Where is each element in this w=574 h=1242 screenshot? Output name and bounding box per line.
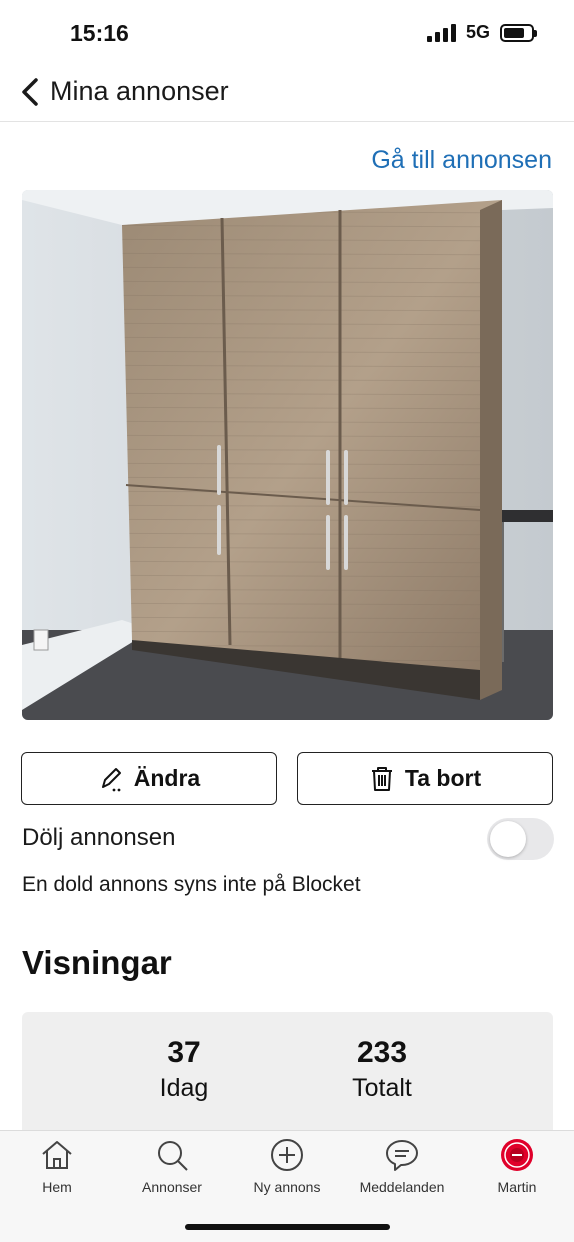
tab-messages[interactable]: Meddelanden [347,1137,457,1195]
hide-ad-toggle[interactable] [487,818,554,860]
tab-ads-label: Annonser [142,1179,202,1195]
views-stats: 37 Idag 233 Totalt [22,1012,553,1142]
stat-total-label: Totalt [352,1074,412,1102]
avatar-icon [501,1139,533,1171]
search-icon [158,1141,188,1171]
tab-profile-label: Martin [497,1179,537,1195]
pencil-icon [101,767,121,791]
home-icon [42,1141,72,1169]
signal-icon [426,23,456,42]
status-indicators: 5G [426,22,537,43]
stat-total: 233 Totalt [312,1036,452,1103]
tab-profile[interactable]: Martin [462,1137,572,1195]
battery-icon [500,23,537,42]
page-title: Mina annonser [50,76,229,106]
tab-new-ad-label: Ny annons [253,1179,321,1195]
goto-ad-link[interactable]: Gå till annonsen [371,146,552,175]
nav-header: Mina annonser [0,64,574,122]
tab-ads[interactable]: Annonser [117,1137,227,1195]
tab-home[interactable]: Hem [2,1137,112,1195]
chevron-left-icon[interactable] [16,74,44,110]
edit-button[interactable]: Ändra [21,752,277,805]
hide-ad-description: En dold annons syns inte på Blocket [22,873,361,896]
stat-total-value: 233 [356,1036,408,1069]
views-title: Visningar [22,944,172,981]
tab-new-ad[interactable]: Ny annons [232,1137,342,1195]
wardrobe-photo [22,190,553,720]
network-type: 5G [465,22,490,42]
hide-ad-label: Dölj annonsen [22,824,176,851]
status-bar: 15:16 5G [0,0,574,64]
ad-image[interactable] [22,190,553,720]
edit-button-label: Ändra [133,765,201,791]
tab-home-label: Hem [42,1179,72,1195]
delete-button-label: Ta bort [404,765,482,791]
toggle-knob [490,821,526,857]
status-time: 15:16 [70,20,129,46]
tab-messages-label: Meddelanden [359,1179,445,1195]
trash-icon [371,766,392,791]
chat-bubble-icon [386,1140,418,1171]
delete-button[interactable]: Ta bort [297,752,553,805]
stat-today-value: 37 [167,1036,201,1069]
stat-today-label: Idag [159,1074,209,1102]
home-indicator [185,1224,390,1230]
stat-today: 37 Idag [114,1036,254,1103]
plus-circle-icon [271,1139,303,1171]
